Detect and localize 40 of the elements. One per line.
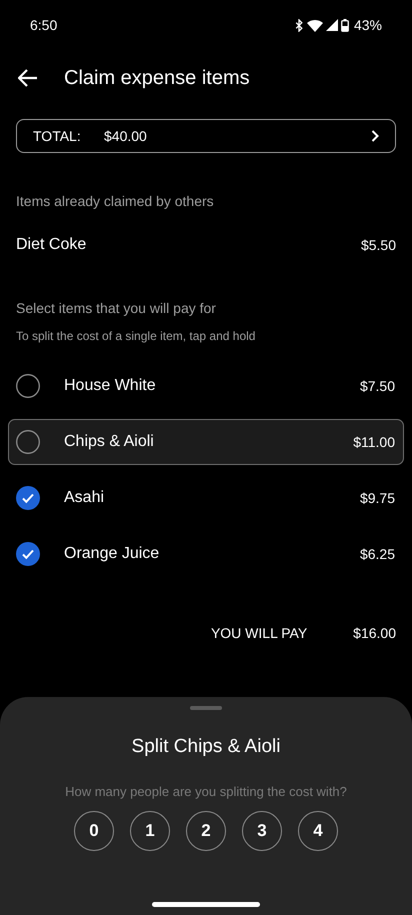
count-option[interactable]: 3 [242, 811, 282, 851]
sheet-question: How many people are you splitting the cost with? [65, 782, 347, 801]
section-heading: Select items that you will pay for [15, 299, 217, 318]
count-option[interactable]: 2 [186, 811, 226, 851]
section-heading: Items already claimed by others [15, 192, 215, 211]
count-option[interactable]: 0 [74, 811, 114, 851]
count-option[interactable]: 1 [130, 811, 170, 851]
item-price: $7.50 [360, 376, 395, 396]
item-price: $5.50 [360, 236, 396, 254]
item-name: Diet Coke [16, 235, 86, 255]
sheet-title: Split Chips & Aioli [132, 735, 280, 759]
drag-handle[interactable] [190, 706, 222, 710]
unchecked-circle-icon[interactable] [16, 430, 40, 454]
hint-text: To split the cost of a single item, tap and hold [15, 328, 256, 345]
battery-icon [340, 18, 349, 32]
summary-amount: $16.00 [353, 624, 396, 643]
item-name: Orange Juice [64, 544, 160, 564]
chevron-right-icon [371, 130, 379, 142]
item-name: House White [64, 376, 156, 396]
page-title: Claim expense items [64, 66, 250, 91]
signal-icon [326, 19, 338, 31]
item-price: $11.00 [353, 432, 395, 452]
item-price: $6.25 [360, 544, 395, 564]
item-row[interactable]: Asahi $9.75 [8, 475, 404, 521]
unchecked-circle-icon[interactable] [16, 374, 40, 398]
item-row[interactable]: House White $7.50 [8, 363, 404, 409]
checked-circle-icon[interactable] [16, 542, 40, 566]
bluetooth-icon [294, 18, 304, 32]
battery-percent: 43% [354, 16, 382, 34]
wifi-icon [306, 18, 323, 32]
item-price: $9.75 [360, 488, 395, 508]
summary-label: YOU WILL PAY [210, 624, 308, 643]
status-time: 6:50 [30, 16, 58, 34]
checked-circle-icon[interactable] [16, 486, 40, 510]
item-name: Chips & Aioli [64, 432, 154, 452]
item-row[interactable]: Orange Juice $6.25 [8, 531, 404, 577]
total-button[interactable]: TOTAL: $40.00 [16, 119, 396, 153]
item-name: Asahi [64, 488, 104, 508]
item-row[interactable]: Chips & Aioli $11.00 [8, 419, 404, 465]
count-option[interactable]: 4 [298, 811, 338, 851]
